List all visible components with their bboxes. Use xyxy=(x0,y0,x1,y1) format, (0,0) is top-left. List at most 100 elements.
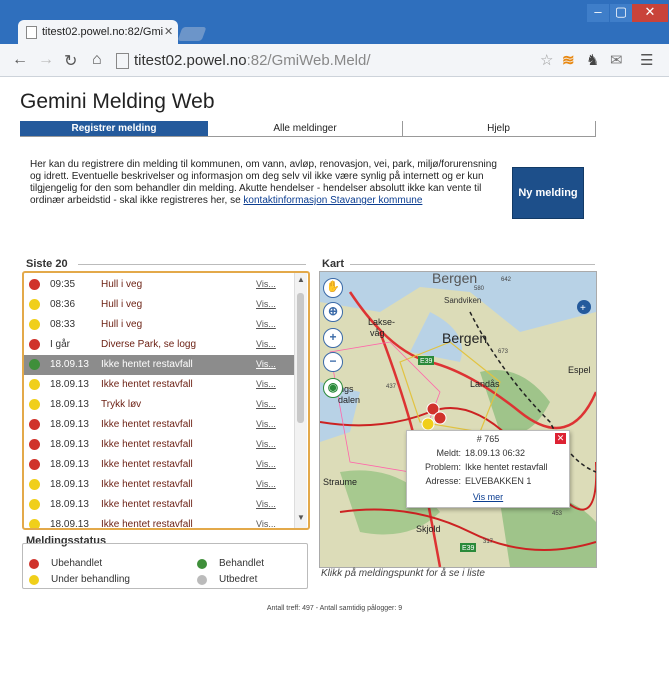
list-item-type: Diverse Park, se logg xyxy=(101,339,197,350)
list-item[interactable]: 18.09.13 Ikke hentet restavfall Vis... xyxy=(24,435,294,455)
list-item-vis-link[interactable]: Vis... xyxy=(256,419,276,429)
status-dot-icon xyxy=(29,379,40,390)
list-item[interactable]: 18.09.13 Ikke hentet restavfall Vis... xyxy=(24,355,294,375)
list-item-vis-link[interactable]: Vis... xyxy=(256,319,276,329)
map-hint: Klikk på meldingspunkt for å se i liste xyxy=(321,568,485,579)
status-dot-icon xyxy=(29,519,40,528)
list-item-vis-link[interactable]: Vis... xyxy=(256,459,276,469)
new-tab-button[interactable] xyxy=(177,27,207,41)
list-item-time: 18.09.13 xyxy=(50,419,89,430)
zoom-out-icon[interactable]: − xyxy=(323,352,343,372)
list-item-vis-link[interactable]: Vis... xyxy=(256,379,276,389)
globe-icon[interactable]: ◉ xyxy=(323,378,343,398)
popup-vis-mer-link[interactable]: Vis mer xyxy=(407,492,569,502)
list-item-type: Trykk løv xyxy=(101,399,142,410)
status-dot-icon xyxy=(29,339,40,350)
list-item-vis-link[interactable]: Vis... xyxy=(256,399,276,409)
zoom-box-icon[interactable]: ⊕ xyxy=(323,302,343,322)
list-item-type: Ikke hentet restavfall xyxy=(101,419,193,430)
elevation-label: 317 xyxy=(483,539,494,545)
report-list[interactable]: ▲ ▼ 09:35 Hull i veg Vis... 08:36 Hull i veg… xyxy=(22,271,310,530)
star-icon[interactable]: ☆ xyxy=(540,51,553,69)
list-item-vis-link[interactable]: Vis... xyxy=(256,299,276,309)
contact-link[interactable]: kontaktinformasjon Stavanger kommune xyxy=(243,195,422,206)
map-view[interactable]: Bergen Sandviken Bergen Lakse- våg Fylli… xyxy=(319,271,597,568)
map-label-skjold: Skjold xyxy=(416,524,441,534)
map-marker-yellow[interactable] xyxy=(421,417,435,431)
close-tab-icon[interactable]: ✕ xyxy=(164,25,173,38)
list-item[interactable]: 18.09.13 Ikke hentet restavfall Vis... xyxy=(24,475,294,495)
map-heading-rule xyxy=(350,264,595,265)
list-item[interactable]: 18.09.13 Ikke hentet restavfall Vis... xyxy=(24,515,294,530)
forward-icon[interactable]: → xyxy=(38,51,54,69)
rss-icon[interactable]: ≋ xyxy=(562,51,575,69)
url-host: titest02.powel.no xyxy=(134,52,247,69)
status-dot-icon xyxy=(29,319,40,330)
pan-hand-icon[interactable]: ✋ xyxy=(323,278,343,298)
popup-problem-label: Problem: xyxy=(424,462,461,472)
list-item[interactable]: 09:35 Hull i veg Vis... xyxy=(24,275,294,295)
list-item[interactable]: I går Diverse Park, se logg Vis... xyxy=(24,335,294,355)
scroll-thumb[interactable] xyxy=(297,293,304,423)
list-item[interactable]: 18.09.13 Trykk løv Vis... xyxy=(24,395,294,415)
list-item-type: Ikke hentet restavfall xyxy=(101,359,193,370)
back-icon[interactable]: ← xyxy=(12,51,28,69)
new-report-button[interactable]: Ny melding xyxy=(512,167,584,219)
map-label-bergen: Bergen xyxy=(442,330,487,346)
legend-label: Ubehandlet xyxy=(51,558,103,569)
status-dot-icon xyxy=(197,559,207,569)
list-item-vis-link[interactable]: Vis... xyxy=(256,499,276,509)
minimize-button[interactable]: – xyxy=(587,4,609,22)
map-label-sandviken: Sandviken xyxy=(444,296,481,305)
report-popup: # 765 ✕ Meldt: 18.09.13 06:32 Problem: I… xyxy=(406,430,570,508)
url-path: :82/GmiWeb.Meld/ xyxy=(246,52,371,69)
scroll-up-icon[interactable]: ▲ xyxy=(297,275,305,284)
list-item-type: Ikke hentet restavfall xyxy=(101,459,193,470)
list-item-type: Ikke hentet restavfall xyxy=(101,519,193,530)
list-item[interactable]: 18.09.13 Ikke hentet restavfall Vis... xyxy=(24,455,294,475)
browser-tab[interactable]: titest02.powel.no:82/Gmi ✕ xyxy=(18,20,178,44)
map-marker-red[interactable] xyxy=(433,411,447,425)
close-window-button[interactable]: ✕ xyxy=(632,4,668,22)
list-item[interactable]: 18.09.13 Ikke hentet restavfall Vis... xyxy=(24,495,294,515)
scroll-down-icon[interactable]: ▼ xyxy=(297,513,305,522)
tab-hjelp[interactable]: Hjelp xyxy=(402,121,596,136)
list-item-time: I går xyxy=(50,339,71,350)
list-item-time: 18.09.13 xyxy=(50,459,89,470)
zoom-in-icon[interactable]: + xyxy=(323,328,343,348)
list-item-vis-link[interactable]: Vis... xyxy=(256,479,276,489)
list-item[interactable]: 08:33 Hull i veg Vis... xyxy=(24,315,294,335)
list-item-vis-link[interactable]: Vis... xyxy=(256,359,276,369)
tab-registrer-melding[interactable]: Registrer melding xyxy=(20,121,208,136)
list-item-vis-link[interactable]: Vis... xyxy=(256,519,276,528)
status-dot-icon xyxy=(29,359,40,370)
extension-icon[interactable]: ♞ xyxy=(586,51,599,69)
status-dot-icon xyxy=(29,479,40,490)
menu-icon[interactable]: ☰ xyxy=(640,51,653,69)
list-item[interactable]: 18.09.13 Ikke hentet restavfall Vis... xyxy=(24,415,294,435)
tab-alle-meldinger[interactable]: Alle meldinger xyxy=(208,121,403,136)
list-item-time: 18.09.13 xyxy=(50,519,89,530)
maximize-button[interactable]: ▢ xyxy=(610,4,632,22)
list-item-type: Ikke hentet restavfall xyxy=(101,499,193,510)
status-dot-icon xyxy=(29,459,40,470)
home-icon[interactable]: ⌂ xyxy=(92,51,102,69)
popup-id: # 765 xyxy=(476,434,500,444)
address-bar[interactable]: titest02.powel.no:82/GmiWeb.Meld/ xyxy=(116,52,371,69)
status-dot-icon xyxy=(29,575,39,585)
list-item-vis-link[interactable]: Vis... xyxy=(256,339,276,349)
mail-icon[interactable]: ✉ xyxy=(610,51,623,69)
list-item-vis-link[interactable]: Vis... xyxy=(256,439,276,449)
list-item-vis-link[interactable]: Vis... xyxy=(256,279,276,289)
list-item[interactable]: 08:36 Hull i veg Vis... xyxy=(24,295,294,315)
list-scrollbar[interactable]: ▲ ▼ xyxy=(294,273,307,528)
reload-icon[interactable]: ↻ xyxy=(64,51,77,71)
list-item[interactable]: 18.09.13 Ikke hentet restavfall Vis... xyxy=(24,375,294,395)
browser-tab-title: titest02.powel.no:82/Gmi xyxy=(42,26,164,38)
close-popup-icon[interactable]: ✕ xyxy=(555,433,566,444)
list-item-type: Ikke hentet restavfall xyxy=(101,379,193,390)
map-label-dalen: dalen xyxy=(338,395,360,405)
browser-window: titest02.powel.no:82/Gmi ✕ – ▢ ✕ ← → ↻ ⌂… xyxy=(0,0,669,674)
footer-stats: Antall treff: 497 - Antall samtidig pålo… xyxy=(266,605,403,612)
map-canvas[interactable]: Bergen Sandviken Bergen Lakse- våg Fylli… xyxy=(320,272,596,567)
